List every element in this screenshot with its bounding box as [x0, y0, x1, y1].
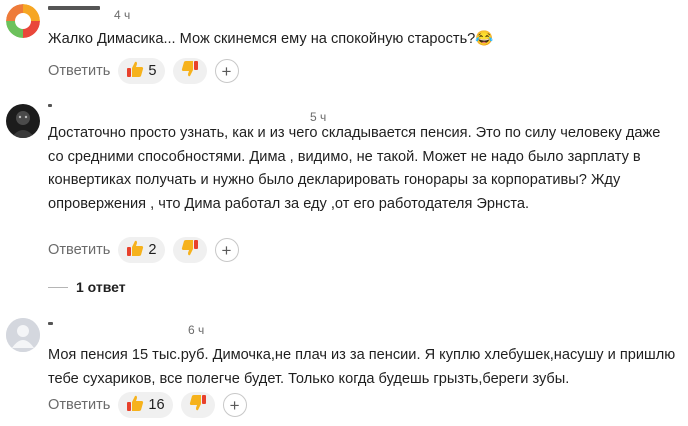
plus-icon: + [221, 61, 232, 81]
author-name[interactable] [48, 322, 53, 325]
comment-text: Моя пенсия 15 тыс.руб. Димочка,не плач и… [48, 347, 680, 387]
comment-time: 4 ч [114, 8, 131, 22]
thumbs-down-icon [189, 394, 207, 417]
reply-button[interactable]: Ответить [48, 242, 110, 258]
thumbs-up-icon [126, 394, 144, 417]
add-reaction-button[interactable]: + [214, 238, 239, 262]
comment-actions: Ответить 16 + [48, 391, 247, 419]
replies-divider [48, 286, 68, 288]
comment-text: Жалко Димасика... Мож скинемся ему на сп… [48, 31, 494, 47]
thumbs-down-icon [181, 239, 199, 262]
thumbs-down-icon [181, 60, 199, 83]
add-reaction-button[interactable]: + [222, 393, 247, 417]
plus-icon: + [221, 240, 232, 260]
plus-icon: + [229, 395, 240, 415]
like-count: 2 [148, 242, 157, 258]
avatar[interactable] [6, 104, 40, 138]
like-button[interactable]: 2 [118, 237, 165, 263]
thumbs-up-icon [126, 60, 144, 83]
show-replies-button[interactable]: 1 ответ [48, 279, 126, 295]
comment-actions: Ответить 2 + [48, 236, 239, 264]
author-name[interactable] [48, 104, 52, 107]
dislike-button[interactable] [172, 237, 207, 263]
comment-time: 6 ч [188, 323, 205, 337]
dislike-button[interactable] [180, 392, 215, 418]
like-count: 5 [148, 63, 157, 79]
reply-button[interactable]: Ответить [48, 397, 110, 413]
author-name[interactable] [48, 6, 100, 10]
comment-text: Достаточно просто узнать, как и из чего … [48, 125, 665, 212]
avatar[interactable] [6, 318, 40, 352]
like-count: 16 [148, 397, 165, 413]
thumbs-up-icon [126, 239, 144, 262]
like-button[interactable]: 5 [118, 58, 165, 84]
avatar[interactable] [6, 4, 40, 38]
add-reaction-button[interactable]: + [214, 59, 239, 83]
dislike-button[interactable] [172, 58, 207, 84]
replies-count-label: 1 ответ [76, 279, 126, 295]
reply-button[interactable]: Ответить [48, 63, 110, 79]
like-button[interactable]: 16 [118, 392, 173, 418]
comment-actions: Ответить 5 + [48, 57, 239, 85]
